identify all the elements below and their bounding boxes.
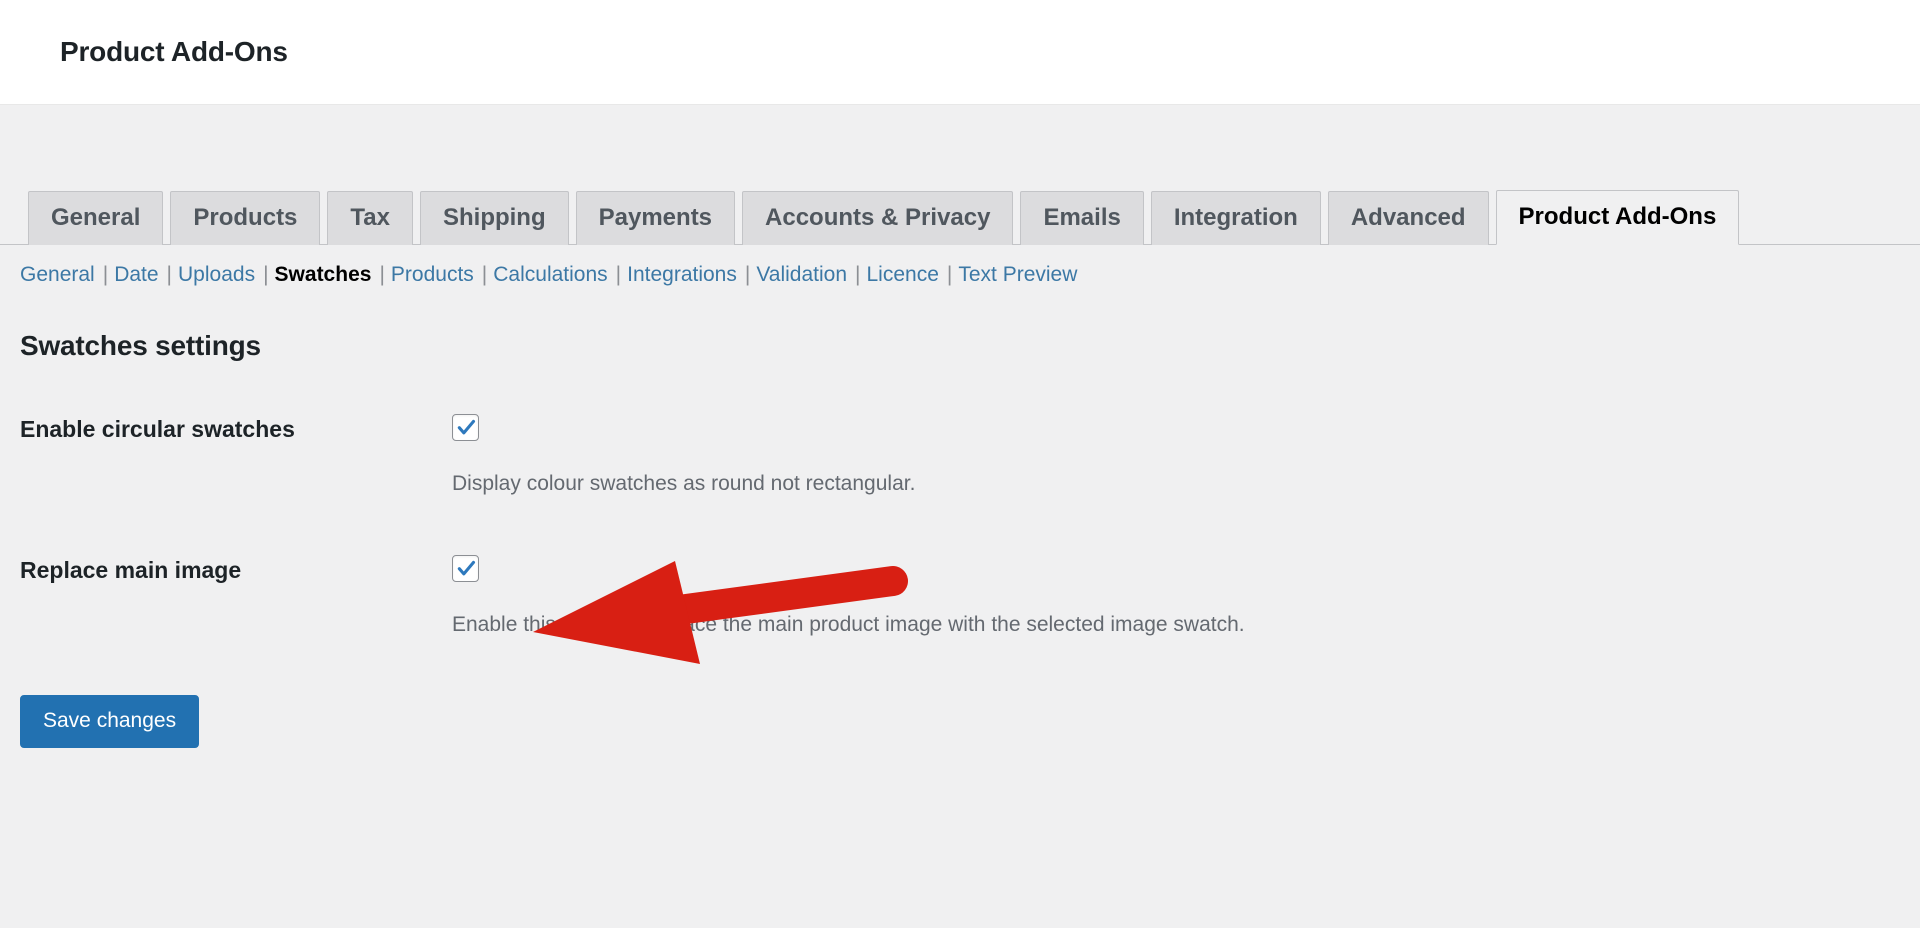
sub-nav-item: | Date — [95, 261, 159, 288]
sub-nav-separator: | — [481, 263, 488, 286]
setting-row: Replace main image Enable this option to … — [20, 554, 1920, 639]
sub-nav-item: General — [20, 261, 95, 288]
settings-tab-bar: General Products Tax Shipping Payments Accoun… — [0, 177, 1920, 245]
sub-nav-link-calculations[interactable]: Calculations — [493, 263, 607, 286]
nav-tab-general[interactable]: General — [28, 191, 164, 245]
checkbox-replace-main-image[interactable] — [452, 554, 479, 582]
sub-nav: General | Date | Uploads | Swatches | Products | C… — [0, 261, 1920, 288]
sub-nav-item: | Validation — [737, 261, 847, 288]
sub-nav-link-general[interactable]: General — [20, 263, 95, 286]
checkbox-enable-circular-swatches[interactable] — [452, 414, 479, 442]
sub-nav-separator: | — [946, 263, 953, 286]
nav-tab-shipping[interactable]: Shipping — [419, 191, 569, 245]
nav-tab-products[interactable]: Products — [170, 191, 321, 245]
sub-nav-link-text-preview[interactable]: Text Preview — [958, 263, 1077, 286]
sub-nav-item: | Products — [371, 261, 473, 288]
nav-tab-emails[interactable]: Emails — [1020, 191, 1144, 245]
nav-tab-accounts-privacy[interactable]: Accounts & Privacy — [742, 191, 1014, 245]
sub-nav-item: | Licence — [847, 261, 939, 288]
sub-nav-separator: | — [166, 263, 173, 286]
settings-form-table: Enable circular swatches Display colour s… — [0, 414, 1920, 639]
setting-label: Replace main image — [20, 556, 242, 583]
setting-field: Display colour swatches as round not rec… — [452, 414, 1920, 498]
sub-nav-link-swatches[interactable]: Swatches — [275, 263, 372, 286]
nav-tab-product-add-ons[interactable]: Product Add-Ons — [1495, 190, 1740, 245]
settings-body: General Products Tax Shipping Payments Accoun… — [0, 177, 1920, 749]
nav-tab-payments[interactable]: Payments — [575, 191, 736, 245]
sub-nav-link-date[interactable]: Date — [114, 263, 158, 286]
nav-tab-integration[interactable]: Integration — [1150, 191, 1321, 245]
sub-nav-separator: | — [379, 263, 385, 286]
sub-nav-separator: | — [263, 263, 269, 286]
setting-row: Enable circular swatches Display colour s… — [20, 414, 1920, 498]
section-title: Swatches settings — [20, 330, 261, 362]
sub-nav-link-licence[interactable]: Licence — [867, 263, 939, 286]
page-header: Product Add-Ons — [0, 0, 1920, 105]
save-changes-button[interactable]: Save changes — [20, 695, 200, 749]
sub-nav-separator: | — [855, 263, 861, 286]
sub-nav-link-uploads[interactable]: Uploads — [178, 263, 255, 286]
nav-tab-tax[interactable]: Tax — [327, 191, 413, 245]
sub-nav-item: | Text Preview — [939, 261, 1078, 288]
sub-nav-item: | Calculations — [474, 261, 608, 288]
setting-label: Enable circular swatches — [20, 416, 295, 443]
sub-nav-item: | Integrations — [608, 261, 737, 288]
nav-tab-advanced[interactable]: Advanced — [1327, 191, 1489, 245]
setting-description: Enable this option to replace the main p… — [452, 612, 1245, 636]
sub-nav-separator: | — [615, 263, 622, 286]
sub-nav-item: | Swatches — [255, 261, 371, 288]
sub-nav-separator: | — [744, 263, 751, 286]
sub-nav-separator: | — [102, 263, 109, 286]
page-title: Product Add-Ons — [60, 36, 288, 67]
submit-area: Save changes — [0, 695, 1920, 749]
sub-nav-link-integrations[interactable]: Integrations — [627, 263, 737, 286]
sub-nav-link-products[interactable]: Products — [391, 263, 474, 286]
sub-nav-item: | Uploads — [159, 261, 256, 288]
setting-description: Display colour swatches as round not rec… — [452, 472, 916, 496]
setting-field: Enable this option to replace the main p… — [452, 554, 1920, 639]
sub-nav-link-validation[interactable]: Validation — [756, 263, 847, 286]
